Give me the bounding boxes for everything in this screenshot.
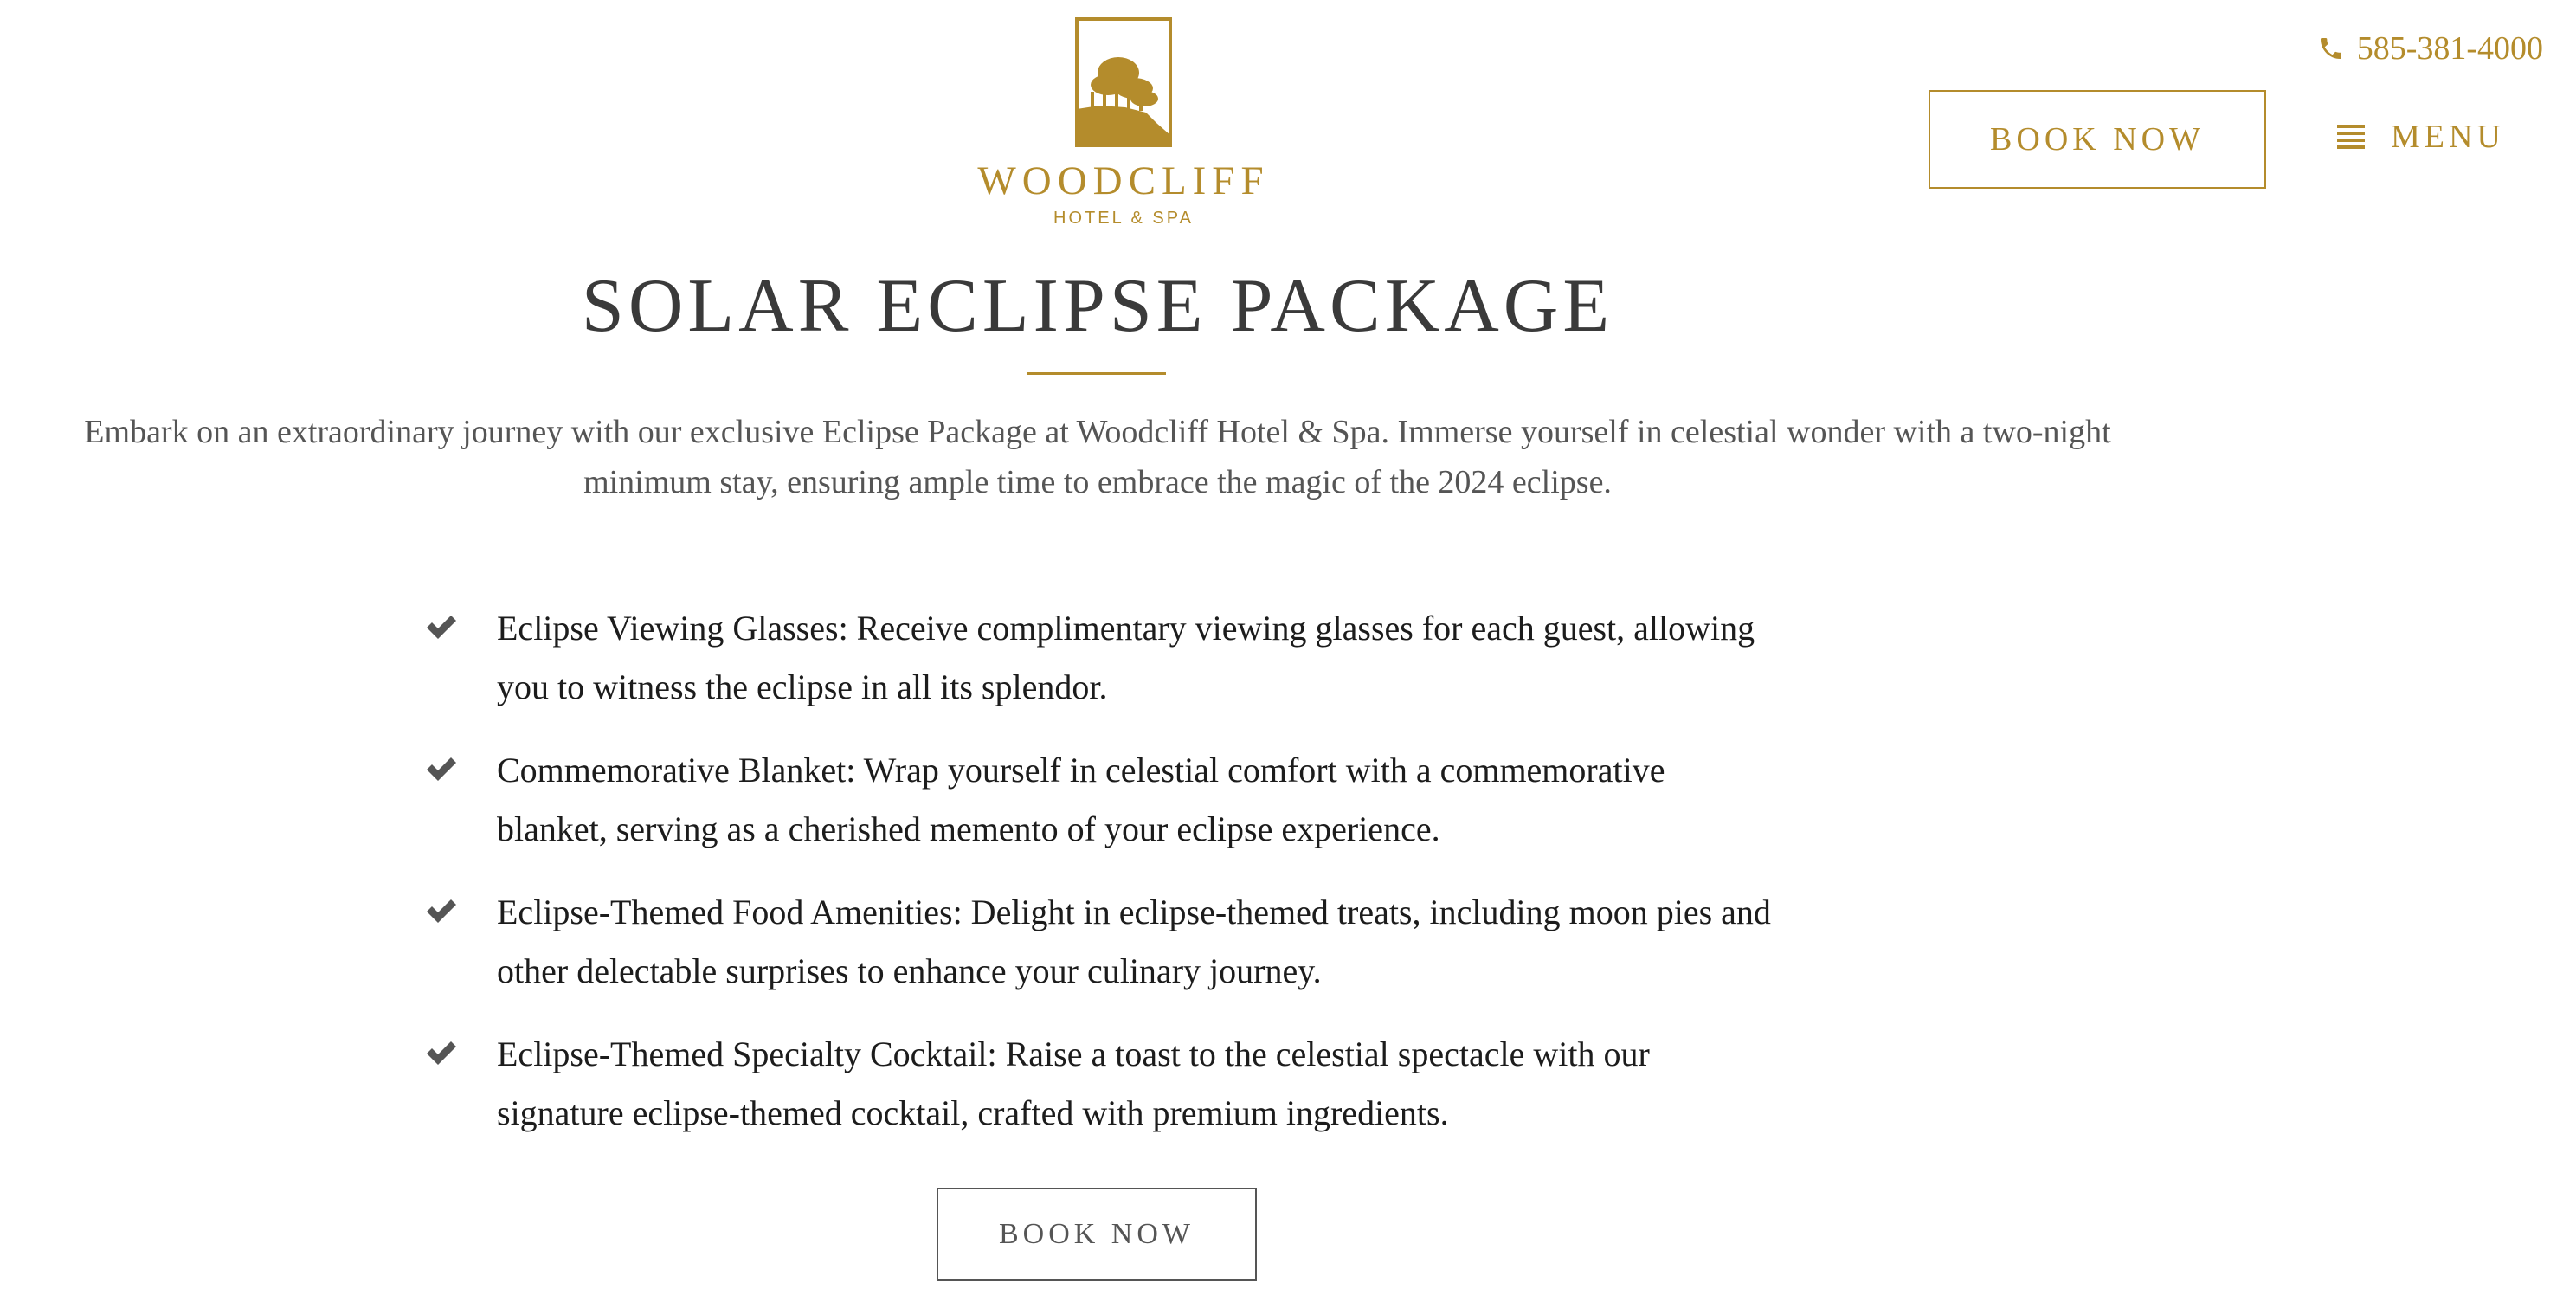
tree-logo-icon <box>1075 17 1172 147</box>
intro-text: Embark on an extraordinary journey with … <box>84 414 2111 500</box>
phone-icon <box>2320 38 2341 59</box>
hotel-logo[interactable]: WOODCLIFF HOTEL & SPA <box>968 16 1279 229</box>
check-icon <box>427 899 456 923</box>
menu-icon <box>2337 125 2365 149</box>
check-icon <box>427 757 456 781</box>
feature-text: Eclipse Viewing Glasses: Receive complim… <box>497 609 1755 706</box>
feature-text: Eclipse-Themed Specialty Cocktail: Raise… <box>497 1035 1650 1132</box>
title-divider <box>1027 372 1166 375</box>
feature-list: Eclipse Viewing Glasses: Receive complim… <box>424 599 1774 1167</box>
page-title: SOLAR ECLIPSE PACKAGE <box>581 264 1614 348</box>
list-item: Commemorative Blanket: Wrap yourself in … <box>424 741 1774 859</box>
logo-tagline: HOTEL & SPA <box>1053 209 1194 228</box>
menu-label: MENU <box>2391 119 2505 155</box>
feature-text: Commemorative Blanket: Wrap yourself in … <box>497 751 1665 848</box>
phone-number: 585-381-4000 <box>2356 30 2543 67</box>
list-item: Eclipse Viewing Glasses: Receive complim… <box>424 599 1774 717</box>
phone-link[interactable]: 585-381-4000 <box>2317 29 2543 68</box>
list-item: Eclipse-Themed Food Amenities: Delight i… <box>424 883 1774 1001</box>
menu-button[interactable]: MENU <box>2337 118 2505 156</box>
book-now-button[interactable]: BOOK NOW <box>1929 90 2266 189</box>
check-icon <box>427 616 456 639</box>
check-icon <box>427 1041 456 1065</box>
list-item: Eclipse-Themed Specialty Cocktail: Raise… <box>424 1025 1774 1143</box>
feature-text: Eclipse-Themed Food Amenities: Delight i… <box>497 893 1771 990</box>
book-now-bottom-button[interactable]: BOOK NOW <box>937 1188 1257 1281</box>
logo-name: WOODCLIFF <box>977 158 1270 203</box>
